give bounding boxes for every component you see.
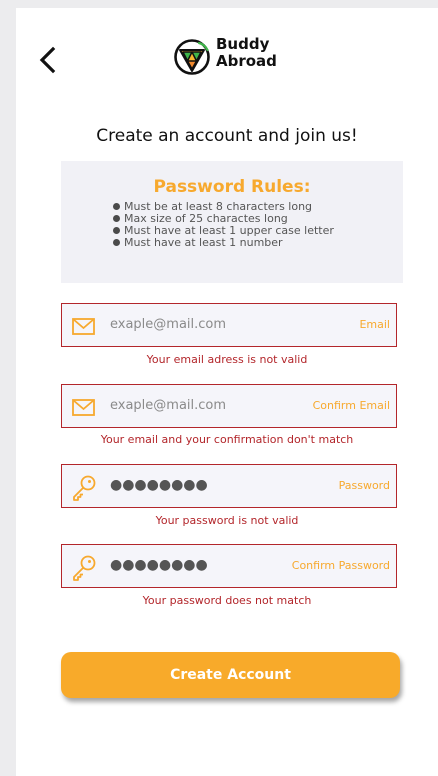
email-error-message: Your email adress is not valid [146,353,308,366]
page-title: Create an account and join us! [96,126,358,146]
email-input-value[interactable]: exaple@mail.com [110,317,226,332]
password-rules-panel: Password Rules: Must be at least 8 chara… [61,161,403,283]
key-icon [73,475,96,501]
envelope-icon [72,399,95,416]
confirm-email-input-value[interactable]: exaple@mail.com [110,398,226,413]
logo-wordmark-line1: Buddy [216,35,270,53]
password-field-label: Password [338,479,390,492]
confirm-email-field-label: Confirm Email [312,399,390,412]
chevron-left-icon [39,46,56,74]
logo-wordmark-line2: Abroad [216,52,277,70]
signup-screen: Buddy Abroad Create an account and join … [16,8,438,776]
bullet-icon [113,215,120,222]
password-input-value[interactable]: ●●●●●●●● [110,477,208,493]
confirm-password-error-message: Your password does not match [142,594,312,607]
password-rules-title: Password Rules: [153,177,311,197]
logo-emblem-icon [174,39,210,75]
password-field[interactable]: ●●●●●●●● Password [61,464,397,508]
list-item: Must have at least 1 number [113,237,334,249]
password-rules-list: Must be at least 8 characters long Max s… [113,201,334,249]
email-field-label: Email [359,318,390,331]
confirm-password-input-value[interactable]: ●●●●●●●● [110,557,208,573]
rule-text: Must have at least 1 number [124,236,283,249]
confirm-password-field-label: Confirm Password [291,559,390,572]
password-error-message: Your password is not valid [155,514,299,527]
back-button[interactable] [34,42,62,78]
key-icon [73,555,96,581]
buddy-abroad-logo: Buddy Abroad [172,35,302,81]
confirm-email-error-message: Your email and your confirmation don't m… [100,433,354,446]
bullet-icon [113,239,120,246]
email-field[interactable]: exaple@mail.com Email [61,303,397,347]
confirm-email-field[interactable]: exaple@mail.com Confirm Email [61,384,397,428]
create-account-button[interactable]: Create Account [61,652,400,698]
bullet-icon [113,203,120,210]
bullet-icon [113,227,120,234]
envelope-icon [72,318,95,335]
confirm-password-field[interactable]: ●●●●●●●● Confirm Password [61,544,397,588]
